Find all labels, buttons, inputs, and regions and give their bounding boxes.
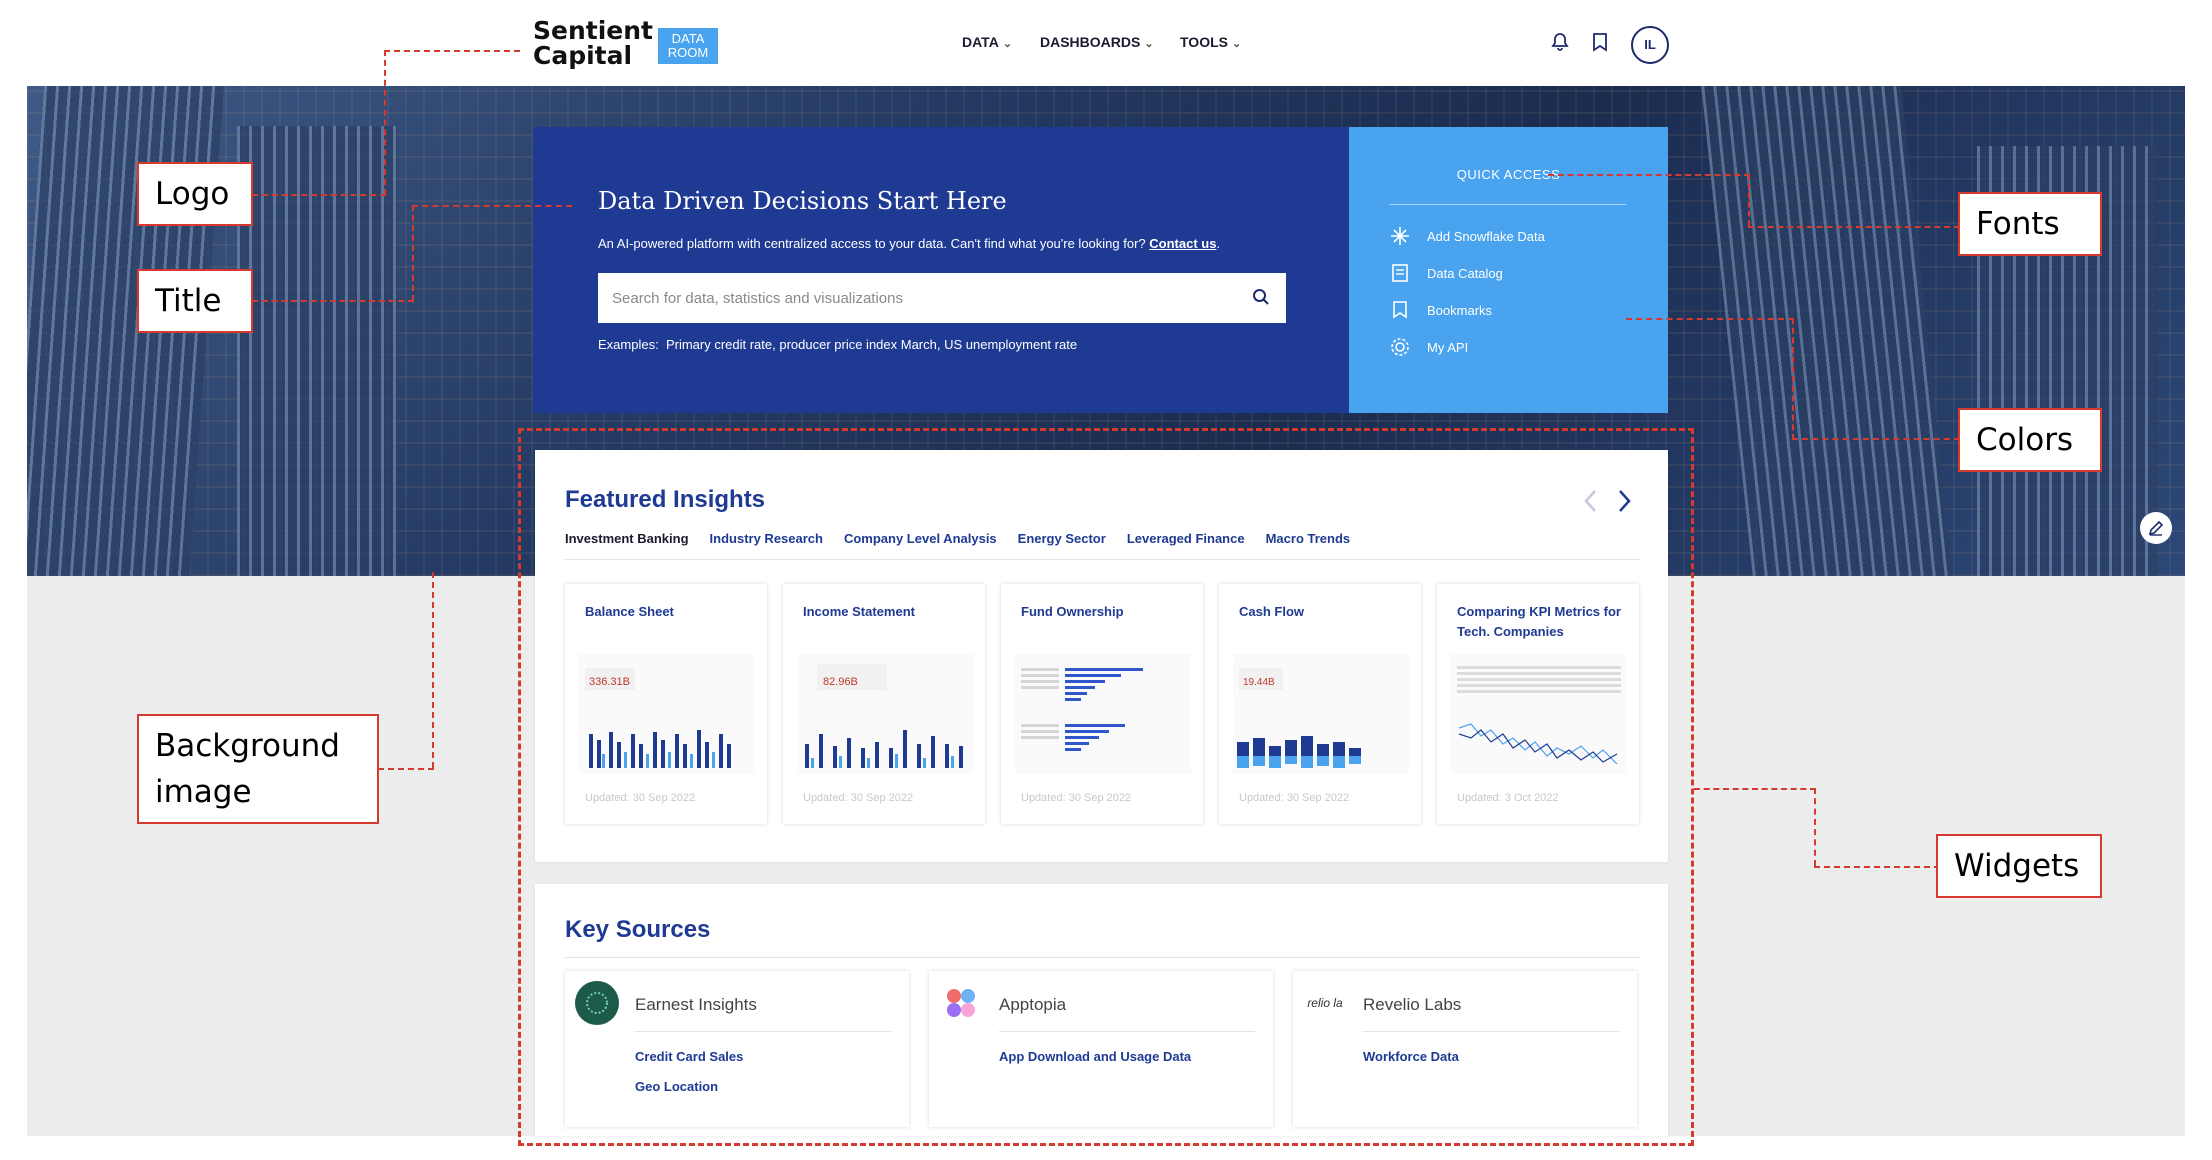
quick-access-label: My API — [1427, 339, 1469, 355]
bell-icon[interactable] — [1548, 30, 1572, 54]
annotation-connector — [252, 194, 386, 196]
annotation-connector — [384, 50, 520, 52]
pencil-icon — [2148, 520, 2164, 536]
quick-access-api[interactable]: My API — [1389, 336, 1468, 358]
quick-access-label: Add Snowflake Data — [1427, 228, 1545, 244]
search-input[interactable] — [598, 273, 1286, 323]
chevron-down-icon: ⌄ — [1144, 38, 1154, 50]
nav-menu-dashboards[interactable]: DASHBOARDS ⌄ — [1040, 34, 1154, 50]
catalog-icon — [1389, 262, 1411, 284]
annotation-colors: Colors — [1958, 408, 2102, 472]
api-gear-icon — [1389, 336, 1411, 358]
hero-subtitle: An AI-powered platform with centralized … — [598, 236, 1221, 251]
building-shape — [1701, 86, 1953, 576]
examples-label: Examples: — [598, 337, 659, 352]
annotation-connector — [412, 205, 414, 301]
annotation-background-image: Background image — [137, 714, 379, 824]
annotation-connector — [1792, 318, 1794, 440]
annotation-fonts: Fonts — [1958, 192, 2102, 256]
nav-menu-label: DATA — [962, 34, 999, 50]
annotation-connector — [1548, 174, 1750, 176]
annotation-logo: Logo — [137, 162, 253, 226]
page: { "brand": {"logo_line1": "Sentient", "l… — [0, 0, 2212, 1160]
hero-title: Data Driven Decisions Start Here — [598, 187, 1007, 215]
annotation-widgets: Widgets — [1936, 834, 2102, 898]
annotation-connector — [432, 572, 434, 768]
quick-access-label: Bookmarks — [1427, 302, 1493, 318]
data-room-badge: DATA ROOM — [658, 28, 718, 64]
user-avatar[interactable]: IL — [1631, 26, 1669, 64]
chevron-down-icon: ⌄ — [1231, 38, 1242, 50]
badge-line-1: DATA — [671, 31, 705, 46]
annotation-background-text: Background image — [155, 728, 340, 810]
logo-line-2: Capital — [533, 41, 633, 70]
annotation-connector — [1748, 226, 1960, 228]
bookmark-icon[interactable] — [1588, 30, 1612, 54]
bookmark-icon — [1389, 299, 1411, 321]
logo-line-1: Sentient — [533, 16, 653, 45]
annotation-connector — [378, 768, 434, 770]
nav-menu-label: TOOLS — [1180, 34, 1228, 50]
annotation-connector — [1748, 174, 1750, 226]
search-examples: Examples: Primary credit rate, producer … — [598, 337, 1077, 352]
sentient-capital-logo[interactable]: Sentient Capital — [533, 18, 653, 68]
quick-access-panel: QUICK ACCESS Add Snowflake Data Data Cat… — [1349, 127, 1668, 413]
annotation-connector — [412, 205, 572, 207]
chevron-down-icon: ⌄ — [1002, 38, 1013, 50]
nav-menu-data[interactable]: DATA ⌄ — [962, 34, 1012, 50]
widgets-outline — [518, 428, 1694, 1146]
quick-access-label: Data Catalog — [1427, 265, 1503, 281]
annotation-connector — [1814, 788, 1816, 866]
annotation-connector — [1694, 788, 1816, 790]
snowflake-icon — [1389, 225, 1411, 247]
annotation-connector — [1792, 438, 1960, 440]
search-panel: Data Driven Decisions Start Here An AI-p… — [533, 127, 1349, 413]
annotation-connector — [384, 50, 386, 195]
quick-access-catalog[interactable]: Data Catalog — [1389, 262, 1503, 284]
divider — [1389, 204, 1626, 205]
quick-access-snowflake[interactable]: Add Snowflake Data — [1389, 225, 1545, 247]
search-icon[interactable] — [1251, 287, 1275, 311]
nav-menu-label: DASHBOARDS — [1040, 34, 1141, 50]
edit-background-button[interactable] — [2140, 512, 2172, 544]
annotation-title: Title — [137, 269, 253, 333]
hero-subtitle-text: An AI-powered platform with centralized … — [598, 236, 1146, 251]
examples-text: Primary credit rate, producer price inde… — [665, 337, 1078, 352]
annotation-connector — [252, 300, 414, 302]
quick-access-bookmarks[interactable]: Bookmarks — [1389, 299, 1492, 321]
top-nav: Sentient Capital DATA ROOM DATA ⌄ DASHBOA… — [0, 0, 2212, 86]
nav-menu-tools[interactable]: TOOLS ⌄ — [1180, 34, 1241, 50]
contact-us-link[interactable]: Contact us — [1149, 236, 1216, 251]
annotation-connector — [1626, 318, 1794, 320]
badge-line-2: ROOM — [667, 45, 709, 60]
